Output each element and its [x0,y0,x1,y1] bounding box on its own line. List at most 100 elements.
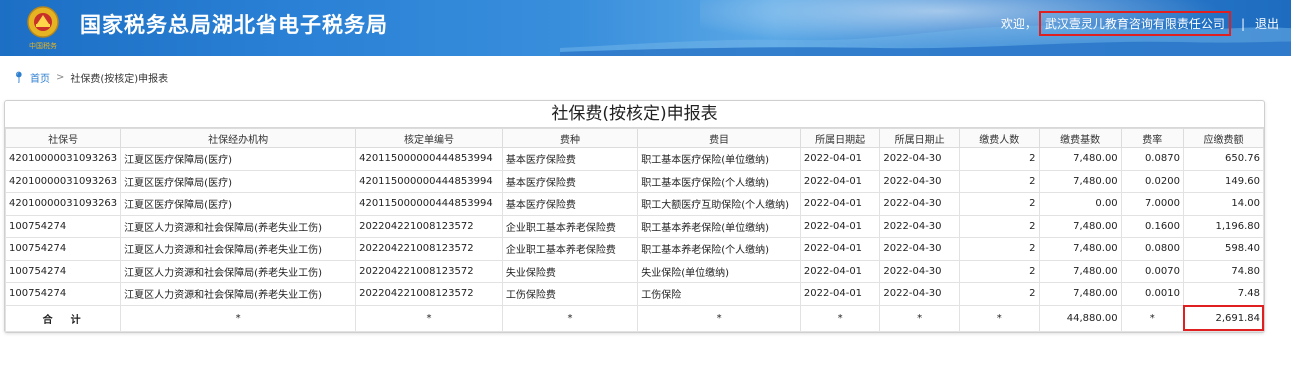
panel-title: 社保费(按核定)申报表 [5,101,1264,128]
table-cell: 0.0070 [1120,259,1184,283]
table-cell: 202204221008123572 [355,214,503,238]
table-cell: 2022-04-01 [799,192,881,216]
table-cell: 0.0200 [1120,169,1184,193]
total-base-amount: 44,880.00 [1038,304,1122,332]
total-star: * [1120,304,1184,332]
col-header: 社保号 [4,128,122,148]
col-header: 缴费基数 [1038,128,1122,148]
table-cell: 工伤保险费 [501,282,639,306]
tax-emblem-icon: 中国税务 [20,2,66,52]
table-cell: 职工大额医疗互助保险(个人缴纳) [637,192,801,216]
table-cell: 职工基本医疗保险(个人缴纳) [637,169,801,193]
table-cell: 2022-04-30 [879,147,960,171]
table-cell: 0.00 [1038,192,1122,216]
header-banner: 中国税务 国家税务总局湖北省电子税务局 欢迎， 武汉壹灵儿教育咨询有限责任公司 … [0,0,1291,56]
total-star: * [120,304,357,332]
table-header-row: 社保号 社保经办机构 核定单编号 费种 费目 所属日期起 所属日期止 缴费人数 … [4,128,1265,148]
table-cell: 2 [958,169,1040,193]
table-cell: 598.40 [1182,237,1265,261]
table-cell: 2022-04-01 [799,259,881,283]
total-star: * [637,304,801,332]
table-cell: 100754274 [4,259,122,283]
table-row: 100754274 江夏区人力资源和社会保障局(养老失业工伤) 2022042210… [4,282,1265,306]
table-cell: 100754274 [4,282,122,306]
table-cell: 2022-04-01 [799,214,881,238]
breadcrumb-home-link[interactable]: 首页 [30,70,50,85]
table-cell: 0.1600 [1120,214,1184,238]
table-cell: 2022-04-30 [879,169,960,193]
table-cell: 职工基本医疗保险(单位缴纳) [637,147,801,171]
user-bar: 欢迎， 武汉壹灵儿教育咨询有限责任公司 | 退出 [1001,11,1279,36]
welcome-text: 欢迎， [1000,17,1037,31]
table-cell: 202204221008123572 [355,282,503,306]
table-cell: 企业职工基本养老保险费 [501,214,639,238]
table-cell: 江夏区医疗保障局(医疗) [120,169,357,193]
table-cell: 基本医疗保险费 [501,169,639,193]
total-star: * [355,304,503,332]
table-cell: 420115000000444853994 [355,147,503,171]
table-cell: 202204221008123572 [355,259,503,283]
emblem-caption: 中国税务 [29,41,57,50]
breadcrumb: 📍︎ 首页 > 社保费(按核定)申报表 [12,70,168,85]
table-row: 42010000031093263 江夏区医疗保障局(医疗) 42011500000… [4,192,1265,216]
table-cell: 企业职工基本养老保险费 [501,237,639,261]
table-cell: 2 [958,147,1040,171]
table-row: 42010000031093263 江夏区医疗保障局(医疗) 42011500000… [4,147,1265,171]
table-cell: 420115000000444853994 [355,169,503,193]
table-cell: 42010000031093263 [4,192,122,216]
col-header: 核定单编号 [355,128,503,148]
breadcrumb-current: 社保费(按核定)申报表 [70,74,169,85]
table-cell: 0.0010 [1120,282,1184,306]
total-row: 合计 * * * * * * * 44,880.00 * 2,691.84 [4,304,1265,332]
table-cell: 420115000000444853994 [355,192,503,216]
table-cell: 650.76 [1182,147,1265,171]
table-cell: 7.0000 [1120,192,1184,216]
total-payable-amount: 2,691.84 [1182,304,1265,332]
declaration-table: 社保号 社保经办机构 核定单编号 费种 费目 所属日期起 所属日期止 缴费人数 … [4,128,1265,332]
col-header: 所属日期止 [879,128,960,148]
table-cell: 江夏区人力资源和社会保障局(养老失业工伤) [120,282,357,306]
table-cell: 2022-04-30 [879,282,960,306]
table-cell: 江夏区人力资源和社会保障局(养老失业工伤) [120,259,357,283]
table-cell: 2022-04-01 [799,147,881,171]
total-label: 合计 [4,304,122,332]
table-cell: 14.00 [1182,192,1265,216]
table-row: 100754274 江夏区人力资源和社会保障局(养老失业工伤) 2022042210… [4,259,1265,283]
table-cell: 0.0800 [1120,237,1184,261]
table-cell: 74.80 [1182,259,1265,283]
logout-link[interactable]: 退出 [1255,15,1279,32]
col-header: 社保经办机构 [120,128,357,148]
table-cell: 100754274 [4,214,122,238]
col-header: 缴费人数 [958,128,1040,148]
total-star: * [799,304,881,332]
table-row: 42010000031093263 江夏区医疗保障局(医疗) 42011500000… [4,169,1265,193]
table-cell: 202204221008123572 [355,237,503,261]
table-cell: 2022-04-01 [799,282,881,306]
company-name: 武汉壹灵儿教育咨询有限责任公司 [1038,11,1231,36]
table-cell: 7,480.00 [1038,282,1122,306]
declaration-panel: 社保费(按核定)申报表 社保号 社保经办机构 核定单编号 费种 费目 所属日期起… [4,100,1265,333]
table-cell: 7,480.00 [1038,259,1122,283]
table-cell: 7,480.00 [1038,237,1122,261]
table-cell: 100754274 [4,237,122,261]
table-cell: 2022-04-30 [879,237,960,261]
table-cell: 工伤保险 [637,282,801,306]
total-star: * [958,304,1040,332]
col-header: 所属日期起 [799,128,881,148]
table-cell: 7,480.00 [1038,214,1122,238]
col-header: 费目 [637,128,801,148]
table-cell: 2022-04-30 [879,192,960,216]
table-cell: 江夏区医疗保障局(医疗) [120,192,357,216]
table-cell: 2 [958,282,1040,306]
table-cell: 42010000031093263 [4,147,122,171]
table-cell: 职工基本养老保险(个人缴纳) [637,237,801,261]
site-title: 国家税务总局湖北省电子税务局 [80,13,388,37]
table-cell: 7.48 [1182,282,1265,306]
table-cell: 1,196.80 [1182,214,1265,238]
table-cell: 2 [958,214,1040,238]
header-separator: | [1240,16,1245,31]
table-cell: 失业保险费 [501,259,639,283]
location-pin-icon: 📍︎ [12,71,26,84]
col-header: 费率 [1120,128,1184,148]
table-cell: 7,480.00 [1038,169,1122,193]
